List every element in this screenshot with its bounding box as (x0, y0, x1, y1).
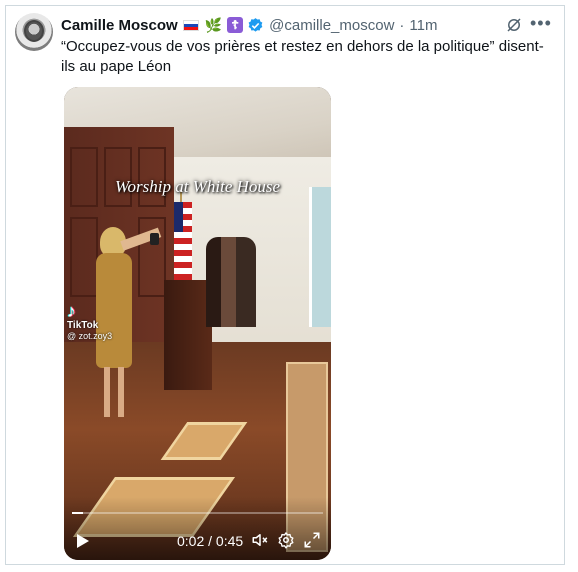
settings-gear-icon[interactable] (277, 531, 295, 549)
video-scene-us-flag (174, 202, 192, 282)
grok-icon[interactable] (505, 16, 523, 34)
video-controls-bar (64, 497, 331, 560)
tiktok-watermark: ♪ TikTok @ zot.zoy3 (67, 302, 115, 341)
fullscreen-icon[interactable] (303, 531, 321, 549)
video-scene-doorway (309, 187, 331, 327)
video-time: 0:02 / 0:45 (177, 533, 243, 549)
russia-flag-icon (182, 19, 199, 31)
post-timestamp[interactable]: 11m (409, 17, 437, 34)
current-time: 0:02 (177, 533, 205, 549)
time-separator: / (208, 533, 213, 549)
post-text: “Occupez-vous de vos prières et restez e… (61, 38, 544, 75)
author-name[interactable]: Camille Moscow (61, 17, 178, 34)
video-scene-people (206, 237, 256, 327)
duration: 0:45 (215, 533, 244, 549)
orthodox-cross-icon: ☦ (227, 17, 244, 33)
tiktok-logo-icon: ♪ (67, 301, 76, 321)
verified-badge-icon (247, 17, 264, 34)
tiktok-username: @ zot.zoy3 (67, 331, 113, 341)
video-player[interactable]: Worship at White House ♪ TikTok @ zot.zo… (64, 87, 331, 560)
author-avatar[interactable] (15, 13, 53, 51)
author-handle[interactable]: @camille_moscow (269, 17, 394, 34)
more-options-icon[interactable]: ••• (530, 13, 552, 34)
video-progress-fill (72, 512, 84, 514)
video-scene-podium (164, 280, 212, 390)
mute-icon[interactable] (251, 531, 269, 549)
post-header: Camille Moscow 🌿 ☦ @camille_moscow · 11m (61, 15, 437, 35)
tiktok-brand: TikTok (67, 320, 99, 331)
meta-separator: · (399, 16, 405, 34)
play-icon[interactable] (77, 534, 89, 548)
video-scene-phone (150, 233, 159, 245)
video-progress-bar[interactable] (72, 512, 323, 514)
leaf-emoji-icon: 🌿 (204, 16, 223, 33)
astronaut-helmet-icon (24, 20, 44, 42)
video-overlay-caption: Worship at White House (114, 177, 281, 196)
